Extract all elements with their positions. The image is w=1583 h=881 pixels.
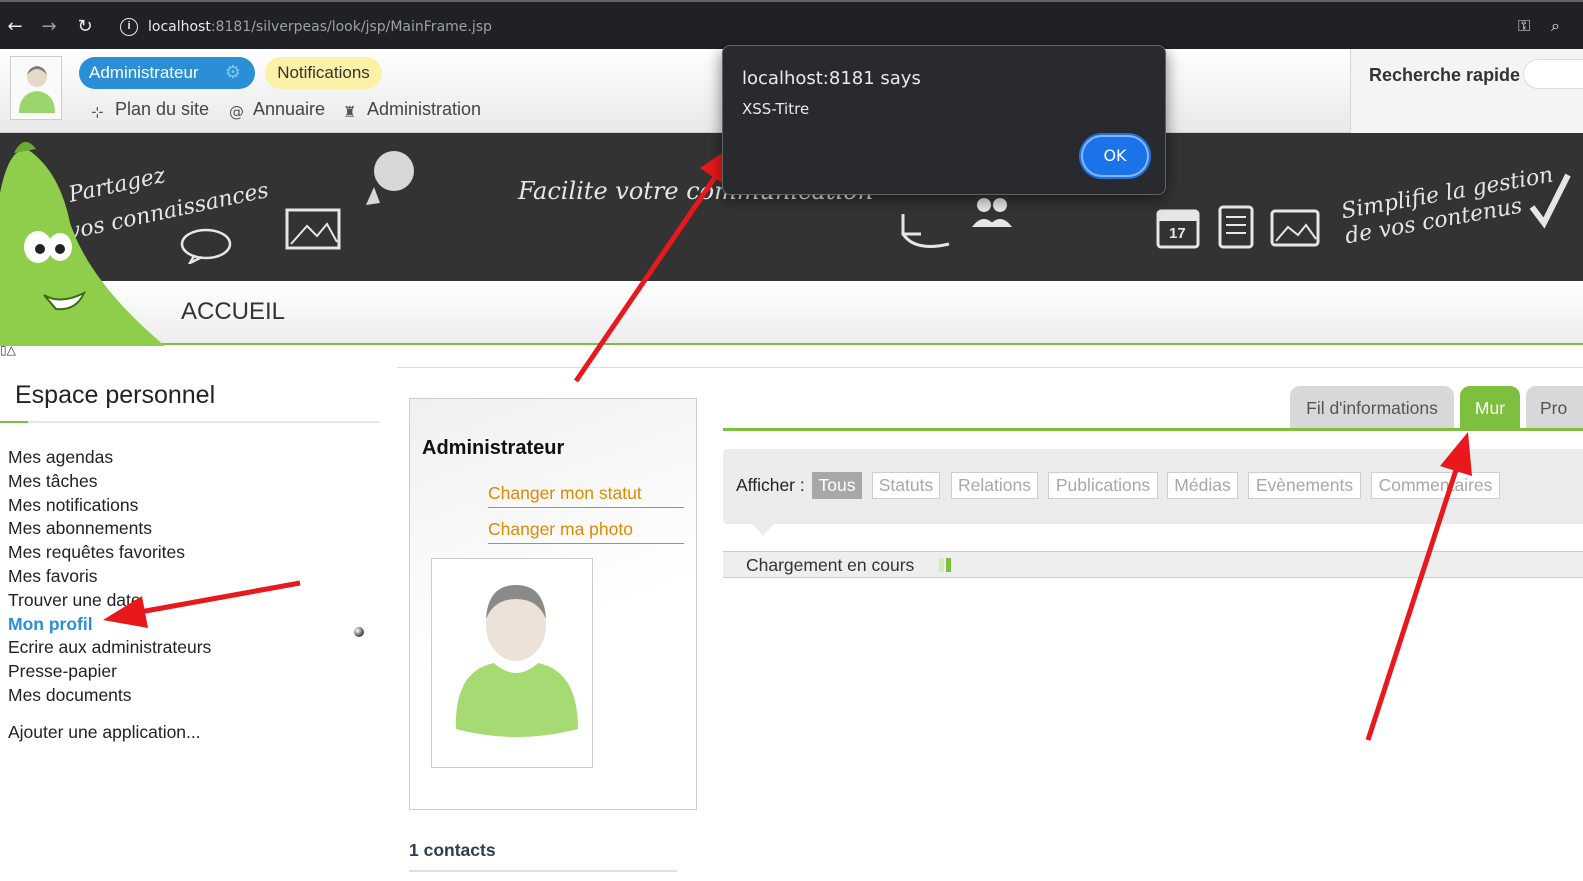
tab-wall[interactable]: Mur bbox=[1460, 386, 1520, 428]
site-map-link[interactable]: ⊹ Plan du site bbox=[91, 99, 209, 121]
filter-events-button[interactable]: Evènements bbox=[1248, 472, 1361, 499]
profile-name: Administrateur bbox=[422, 437, 565, 459]
reload-icon[interactable]: ↻ bbox=[74, 16, 96, 38]
sidebar-item-clipboard[interactable]: Presse-papier bbox=[8, 660, 211, 684]
dialog-ok-button[interactable]: OK bbox=[1081, 135, 1149, 177]
sidebar-item-saved-queries[interactable]: Mes requêtes favorites bbox=[8, 541, 211, 565]
gear-icon: ⚙ bbox=[224, 62, 241, 83]
filter-publications-button[interactable]: Publications bbox=[1048, 472, 1158, 499]
page-title: ACCUEIL bbox=[181, 298, 286, 325]
image-frame-icon bbox=[285, 208, 341, 250]
administration-link[interactable]: ♜ Administration bbox=[343, 99, 481, 121]
filter-media-button[interactable]: Médias bbox=[1167, 472, 1238, 499]
quick-search: Recherche rapide bbox=[1350, 49, 1583, 133]
contacts-count[interactable]: 1 contacts bbox=[409, 840, 496, 861]
sidebar-item-favorites[interactable]: Mes favoris bbox=[8, 565, 211, 589]
notifications-button[interactable]: Notifications bbox=[265, 57, 382, 89]
dialog-title: localhost:8181 says bbox=[742, 68, 921, 89]
checkmark-icon bbox=[1529, 173, 1571, 229]
chess-piece-icon: ♜ bbox=[343, 103, 357, 121]
forward-arrow-icon[interactable]: → bbox=[38, 16, 60, 38]
lightbulb-icon bbox=[366, 151, 414, 205]
add-application-link[interactable]: Ajouter une application... bbox=[8, 722, 201, 743]
active-bullet-icon bbox=[354, 627, 364, 637]
tabs-underline bbox=[723, 428, 1583, 431]
dialog-message: XSS-Titre bbox=[742, 100, 810, 118]
signpost-icon: ⊹ bbox=[91, 103, 104, 121]
zoom-icon[interactable]: ⌕ bbox=[1551, 16, 1560, 36]
tab-news-feed[interactable]: Fil d'informations bbox=[1290, 386, 1454, 428]
sidebar-item-write-admins[interactable]: Ecrire aux administrateurs bbox=[8, 636, 211, 660]
filter-comments-button[interactable]: Commentaires bbox=[1371, 472, 1500, 499]
sidebar-item-documents[interactable]: Mes documents bbox=[8, 684, 211, 708]
site-info-icon[interactable]: i bbox=[120, 18, 138, 36]
document-icon bbox=[1218, 205, 1254, 249]
browser-toolbar: ← → ↻ i localhost:8181/silverpeas/look/j… bbox=[0, 0, 1583, 49]
url-path: :8181/silverpeas/look/jsp/MainFrame.jsp bbox=[210, 19, 492, 35]
loading-spinner-icon bbox=[939, 558, 953, 577]
avatar[interactable] bbox=[10, 56, 62, 120]
filter-label: Afficher : bbox=[736, 475, 805, 495]
sidebar-item-agendas[interactable]: Mes agendas bbox=[8, 446, 211, 470]
filter-relations-button[interactable]: Relations bbox=[951, 472, 1038, 499]
site-map-label: Plan du site bbox=[115, 99, 210, 119]
user-menu-button[interactable]: Administrateur ⚙ bbox=[79, 57, 255, 89]
picture-icon bbox=[1270, 209, 1320, 247]
contacts-divider bbox=[409, 870, 677, 872]
sidebar-item-tasks[interactable]: Mes tâches bbox=[8, 470, 211, 494]
quick-search-input[interactable] bbox=[1523, 59, 1583, 89]
alert-dialog: localhost:8181 says XSS-Titre OK bbox=[722, 45, 1166, 195]
user-avatar-icon bbox=[455, 585, 578, 737]
url-host: localhost bbox=[148, 19, 211, 35]
content-divider bbox=[397, 367, 1583, 368]
sidebar-item-subscriptions[interactable]: Mes abonnements bbox=[8, 517, 211, 541]
change-status-link[interactable]: Changer mon statut bbox=[488, 483, 684, 508]
filter-bar-pointer bbox=[752, 524, 774, 536]
mascot-pea-icon bbox=[0, 141, 165, 346]
administration-label: Administration bbox=[367, 99, 482, 119]
loading-text: Chargement en cours bbox=[746, 555, 915, 575]
address-bar[interactable]: localhost:8181/silverpeas/look/jsp/MainF… bbox=[148, 19, 492, 35]
profile-card: Administrateur Changer mon statut Change… bbox=[409, 398, 697, 810]
people-icon bbox=[972, 198, 1012, 227]
user-name-label: Administrateur bbox=[89, 63, 199, 82]
directory-label: Annuaire bbox=[253, 99, 326, 119]
profile-photo bbox=[431, 558, 593, 768]
key-icon[interactable]: ⚿ bbox=[1518, 16, 1530, 36]
speech-bubble-icon bbox=[180, 228, 232, 264]
at-sign-icon: @ bbox=[229, 103, 244, 121]
directory-link[interactable]: @ Annuaire bbox=[229, 99, 325, 121]
user-avatar-icon bbox=[19, 66, 55, 113]
filter-statuses-button[interactable]: Statuts bbox=[872, 472, 940, 499]
tab-profile[interactable]: Pro bbox=[1526, 386, 1583, 428]
sidebar-item-my-profile[interactable]: Mon profil bbox=[8, 613, 211, 637]
sidebar-menu: Mes agendas Mes tâches Mes notifications… bbox=[8, 446, 211, 708]
calendar-day-label: 17 bbox=[1169, 225, 1186, 242]
sidebar-divider bbox=[0, 421, 380, 423]
quick-search-label: Recherche rapide bbox=[1369, 65, 1521, 85]
collapse-up-icon[interactable]: ▯△ bbox=[0, 343, 16, 357]
sidebar-item-find-date[interactable]: Trouver une date bbox=[8, 589, 211, 613]
back-arrow-icon[interactable]: ← bbox=[4, 16, 26, 38]
sidebar-title: Espace personnel bbox=[15, 381, 216, 409]
curved-arrow-icon bbox=[901, 214, 950, 248]
change-photo-link[interactable]: Changer ma photo bbox=[488, 519, 684, 544]
filter-all-button[interactable]: Tous bbox=[812, 472, 862, 499]
sidebar-item-notifications[interactable]: Mes notifications bbox=[8, 494, 211, 518]
